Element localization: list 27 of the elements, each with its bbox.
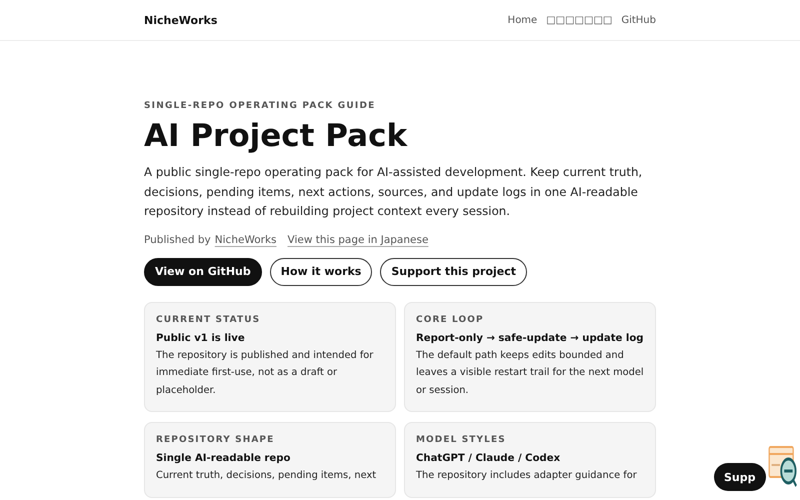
action-button[interactable]: Support this project bbox=[380, 258, 528, 286]
card-eyebrow: CORE LOOP bbox=[416, 314, 485, 325]
site-name[interactable]: NicheWorks bbox=[144, 14, 218, 26]
card-text: The default path keeps edits bounded and leaves a visible restart trail for the next model or session. bbox=[416, 348, 645, 398]
page-title: AI Project Pack bbox=[144, 119, 408, 154]
card-eyebrow: MODEL STYLES bbox=[416, 435, 507, 446]
japanese-page-link[interactable]: View this page in Japanese bbox=[288, 234, 428, 246]
card-text: The repository is published and intended for immediate first-use, not as a draft or placeholder. bbox=[156, 348, 374, 398]
card-title: ChatGPT / Claude / Codex bbox=[416, 453, 562, 464]
browser-search-icon[interactable] bbox=[768, 445, 798, 489]
nav-link[interactable]: □□□□□□□ bbox=[546, 14, 612, 26]
card-text: Current truth, decisions, pending items, next bbox=[156, 469, 378, 484]
eyebrow-label: SINGLE-REPO OPERATING PACK GUIDE bbox=[144, 101, 376, 111]
published-label: Published by bbox=[144, 234, 211, 246]
support-button[interactable]: Supp bbox=[714, 463, 766, 491]
action-button[interactable]: How it works bbox=[270, 258, 372, 286]
card-title: Report-only → safe-update → update log bbox=[416, 332, 645, 344]
card-eyebrow: CURRENT STATUS bbox=[156, 314, 262, 325]
card-eyebrow: REPOSITORY SHAPE bbox=[156, 435, 276, 446]
card-title: Public v1 is live bbox=[156, 332, 246, 344]
lead-paragraph: A public single-repo operating pack for AI-assisted development. Keep current truth, decisions, pending items, next actions, sources, and update logs in one AI-readable repository instead of rebuilding project context every session. bbox=[144, 164, 644, 220]
action-button[interactable]: View on GitHub bbox=[144, 258, 262, 286]
nav-link[interactable]: Home bbox=[508, 14, 538, 26]
nav-link[interactable]: GitHub bbox=[621, 14, 656, 26]
card-text: The repository includes adapter guidance for bbox=[416, 469, 638, 484]
publisher-link[interactable]: NicheWorks bbox=[214, 234, 276, 246]
card-title: Single AI-readable repo bbox=[156, 453, 292, 464]
